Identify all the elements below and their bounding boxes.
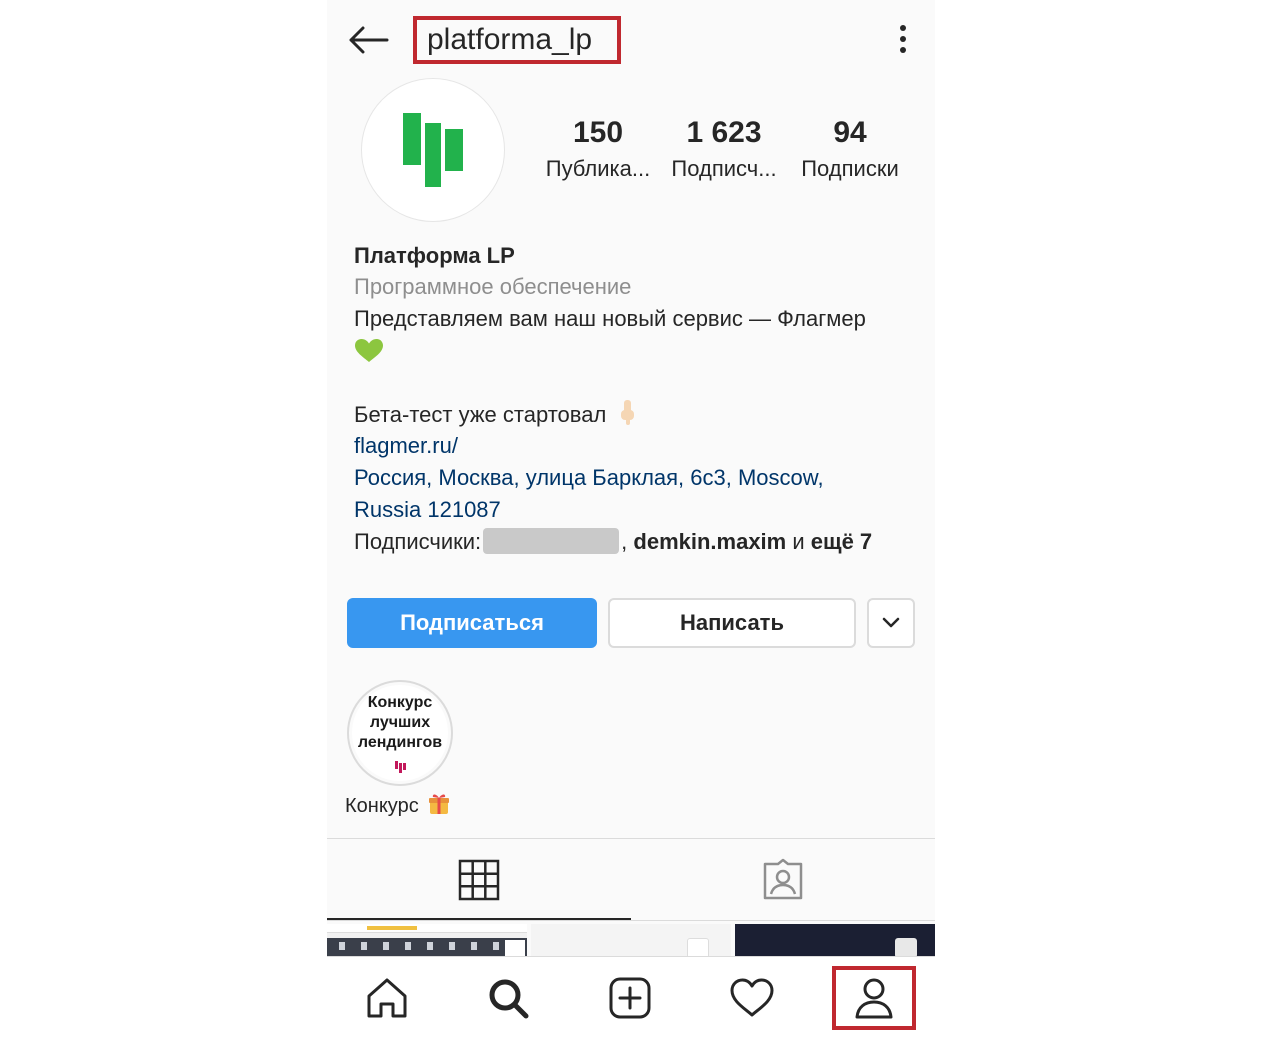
bio-line: Представляем вам наш новый сервис — Флаг…	[354, 306, 866, 331]
home-icon[interactable]	[363, 974, 411, 1022]
stat-posts[interactable]: 150 Публика...	[533, 112, 663, 184]
lp-logo-small-icon	[395, 761, 406, 773]
suggested-dropdown-button[interactable]	[867, 598, 915, 648]
more-vertical-icon[interactable]	[893, 22, 913, 58]
search-icon[interactable]	[484, 974, 532, 1022]
chevron-down-icon	[882, 617, 900, 628]
message-button[interactable]: Написать	[608, 598, 856, 648]
stat-followers-count: 1 623	[686, 116, 762, 149]
add-post-icon[interactable]	[606, 974, 654, 1022]
stat-followers[interactable]: 1 623 Подписч...	[659, 112, 789, 184]
avatar[interactable]	[361, 78, 505, 222]
stat-following-label: Подписки	[801, 156, 899, 181]
highlight-label-text: Конкурс	[345, 795, 419, 817]
instagram-profile-screen: platforma_lp 150 Публика... 1 623 Подпис…	[327, 0, 935, 1038]
mutual-follower-name[interactable]: demkin.maxim	[633, 529, 786, 554]
stat-posts-label: Публика...	[545, 156, 651, 181]
bio-website-link[interactable]: flagmer.ru/	[354, 430, 458, 462]
post-thumbnail[interactable]	[735, 924, 935, 958]
bio-address-link[interactable]: Россия, Москва, улица Барклая, 6с3, Mosc…	[354, 462, 824, 494]
lp-logo-icon	[403, 113, 463, 187]
mutual-followers-prefix: Подписчики:	[354, 529, 482, 554]
stat-following[interactable]: 94 Подписки	[785, 112, 915, 184]
story-highlight-label[interactable]: Конкурс	[345, 792, 450, 823]
highlight-cover-text: лучших	[369, 714, 431, 731]
tabs-divider	[327, 920, 935, 921]
green-heart-emoji-icon	[354, 338, 384, 364]
bio-address-link[interactable]: Russia 121087	[354, 494, 501, 526]
mutual-followers-and: и	[792, 529, 805, 554]
story-highlight-cover[interactable]: Конкурс лучших лендингов	[352, 685, 448, 781]
blurred-username	[483, 528, 620, 554]
pointing-down-emoji-icon	[618, 398, 636, 435]
back-arrow-icon[interactable]	[345, 20, 389, 60]
profile-full-name: Платформа LP	[354, 243, 515, 268]
tabs-divider	[327, 838, 935, 839]
follow-button[interactable]: Подписаться	[347, 598, 597, 648]
post-thumbnail[interactable]	[531, 924, 731, 958]
stat-posts-count: 150	[572, 116, 624, 149]
profile-category: Программное обеспечение	[354, 274, 632, 299]
highlight-cover-text: лендингов	[357, 734, 443, 751]
profile-highlight-box	[832, 966, 916, 1030]
gift-emoji-icon	[428, 792, 450, 823]
stat-following-count: 94	[833, 116, 867, 149]
grid-icon[interactable]	[457, 858, 501, 902]
profile-username: platforma_lp	[427, 23, 593, 56]
mutual-followers-separator: ,	[621, 529, 628, 554]
stat-followers-label: Подписч...	[671, 156, 777, 181]
tagged-person-icon[interactable]	[761, 858, 805, 902]
mutual-followers[interactable]: Подписчики:, demkin.maxim и ещё 7	[354, 526, 872, 558]
post-thumbnail[interactable]	[327, 924, 527, 958]
heart-icon[interactable]	[728, 974, 776, 1022]
mutual-followers-more[interactable]: ещё 7	[811, 529, 872, 554]
highlight-cover-text: Конкурс	[367, 694, 433, 711]
bio-line-text: Бета-тест уже стартовал	[354, 402, 607, 427]
